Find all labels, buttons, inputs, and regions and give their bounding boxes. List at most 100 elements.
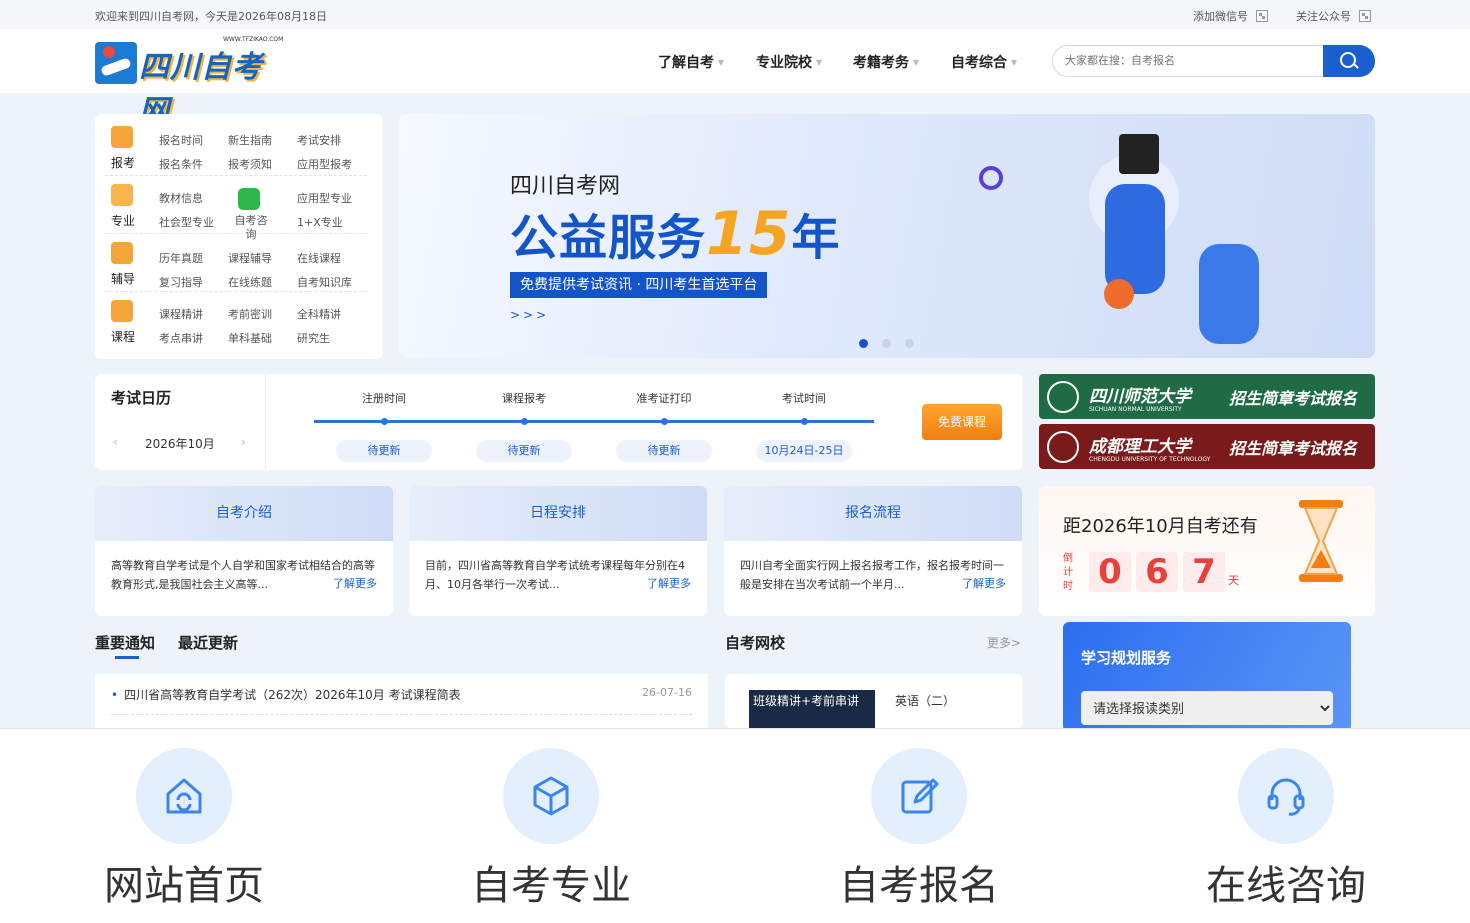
learn-more-link[interactable]: 了解更多	[962, 575, 1006, 591]
course-icon	[111, 300, 133, 322]
menu-link[interactable]: 应用型专业	[297, 190, 352, 206]
menu-row-label: 辅导	[111, 272, 136, 286]
card-title[interactable]: 自考介绍	[95, 486, 393, 541]
student-body	[1199, 244, 1259, 344]
bottom-nav-register[interactable]: 自考报名	[819, 729, 1019, 923]
nav-item-learn[interactable]: 了解自考 ▼	[658, 52, 724, 72]
menu-link[interactable]: 在线课程	[297, 250, 341, 266]
university-en-name: CHENGDU UNIVERSITY OF TECHNOLOGY	[1089, 456, 1211, 463]
bottom-nav-label: 网站首页	[104, 863, 264, 909]
online-school-title: 自考网校	[725, 634, 786, 652]
university-seal-icon	[1047, 431, 1079, 463]
tab-recent[interactable]: 最近更新	[178, 632, 238, 653]
timeline-dot	[661, 418, 668, 425]
exam-countdown: 距2026年10月自考还有 倒计时 0 6 7 天	[1039, 486, 1375, 616]
menu-link[interactable]: 考前密训	[228, 306, 272, 322]
menu-link[interactable]: 教材信息	[159, 190, 203, 206]
carousel-dot[interactable]	[905, 339, 914, 348]
nav-item-general[interactable]: 自考综合 ▼	[951, 52, 1017, 72]
search-input[interactable]	[1065, 52, 1315, 70]
bottom-nav-home[interactable]: 网站首页	[84, 729, 284, 923]
banner-subtitle: 四川自考网	[510, 174, 621, 199]
menu-link[interactable]: 社会型专业	[159, 214, 214, 230]
wechat-link-label: 添加微信号	[1193, 10, 1248, 23]
menu-link[interactable]: 课程辅导	[228, 250, 272, 266]
prev-month-icon[interactable]: ‹	[113, 435, 118, 449]
headset-icon	[1238, 748, 1334, 844]
menu-link[interactable]: 研究生	[297, 330, 330, 346]
menu-link[interactable]: 新生指南	[228, 132, 272, 148]
qr-code-icon	[1359, 10, 1371, 22]
logo-mark-icon	[95, 42, 137, 84]
wechat-link[interactable]: 添加微信号	[1193, 8, 1268, 24]
menu-row-label: 课程	[111, 330, 136, 344]
card-title[interactable]: 报名流程	[724, 486, 1022, 541]
step-value: 待更新	[336, 440, 432, 462]
tab-important[interactable]: 重要通知	[95, 632, 155, 653]
menu-link[interactable]: 报名条件	[159, 156, 203, 172]
carousel-dots	[859, 339, 914, 348]
countdown-unit: 天	[1228, 574, 1239, 587]
carousel-dot[interactable]	[859, 339, 868, 348]
bottom-nav: 网站首页 自考专业 自考报名 在线咨询	[0, 728, 1470, 923]
hourglass-icon	[1299, 500, 1343, 582]
step-label: 准考证打印	[636, 392, 692, 405]
news-item-title[interactable]: 四川省高等教育自学考试（262次）2026年10月 考试课程简表	[111, 686, 461, 703]
step-label: 注册时间	[362, 392, 406, 405]
bottom-nav-consult[interactable]: 在线咨询	[1186, 729, 1386, 923]
official-account-label: 关注公众号	[1296, 10, 1351, 23]
menu-link[interactable]: 复习指导	[159, 274, 203, 290]
carousel-dot[interactable]	[882, 339, 891, 348]
free-course-button[interactable]: 免费课程	[922, 404, 1002, 440]
active-tab-indicator	[115, 656, 139, 659]
menu-link[interactable]: 报考须知	[228, 156, 272, 172]
menu-link[interactable]: 单科基础	[228, 330, 272, 346]
university-en-name: SICHUAN NORMAL UNIVERSITY	[1089, 406, 1182, 413]
step-label: 考试时间	[782, 392, 826, 405]
nav-item-exam-affairs[interactable]: 考籍考务 ▼	[853, 52, 919, 72]
menu-link[interactable]: 在线练题	[228, 274, 272, 290]
hero-banner[interactable]: 四川自考网 公益服务15年 免费提供考试资讯 · 四川考生首选平台 >>>	[399, 114, 1375, 358]
register-icon	[111, 126, 133, 148]
learn-more-link[interactable]: 了解更多	[647, 575, 691, 591]
study-category-select[interactable]: 请选择报读类别	[1081, 691, 1333, 725]
site-logo[interactable]: 四川自考网 WWW.TFZIKAO.COM	[95, 36, 290, 129]
menu-link[interactable]: 全科精讲	[297, 306, 341, 322]
card-intro: 自考介绍 高等教育自学考试是个人自学和国家考试相结合的高等教育形式,是我国社会主…	[95, 486, 393, 616]
menu-link[interactable]: 应用型报考	[297, 156, 352, 172]
menu-link[interactable]: 考试安排	[297, 132, 341, 148]
next-month-icon[interactable]: ›	[241, 435, 246, 449]
countdown-digit: 0	[1089, 552, 1131, 592]
timeline-line	[314, 420, 874, 423]
course-item[interactable]: 班级精讲+考前串讲 英语（二）	[725, 674, 1023, 728]
menu-link[interactable]: 课程精讲	[159, 306, 203, 322]
card-process: 报名流程 四川自考全面实行网上报名报考工作，报名报考时间一般是安排在当次考试前一…	[724, 486, 1022, 616]
news-item-date: 26-07-16	[642, 686, 692, 699]
search-button[interactable]	[1323, 45, 1375, 77]
quick-menu: 报考 报名时间 新生指南 考试安排 报名条件 报考须知 应用型报考 专业 教材信…	[95, 114, 383, 359]
university-name: 成都理工大学	[1089, 437, 1191, 457]
countdown-digit: 6	[1136, 552, 1178, 592]
nav-item-majors[interactable]: 专业院校 ▼	[756, 52, 822, 72]
bottom-nav-majors[interactable]: 自考专业	[451, 729, 651, 923]
chevron-down-icon: ▼	[816, 57, 823, 67]
menu-row-major: 专业 教材信息 自考咨询 应用型专业 社会型专业 1+X专业	[105, 178, 367, 241]
cube-icon	[503, 748, 599, 844]
card-title[interactable]: 日程安排	[409, 486, 707, 541]
online-school-more-link[interactable]: 更多>	[987, 634, 1021, 651]
learn-more-link[interactable]: 了解更多	[333, 575, 377, 591]
menu-link[interactable]: 自考知识库	[297, 274, 352, 290]
university-ad-sicnu[interactable]: 四川师范大学 SICHUAN NORMAL UNIVERSITY 招生简章考试报…	[1039, 374, 1375, 419]
official-account-link[interactable]: 关注公众号	[1296, 8, 1371, 24]
menu-row-tutoring: 辅导 历年真题 课程辅导 在线课程 复习指导 在线练题 自考知识库	[105, 236, 367, 292]
home-icon	[136, 748, 232, 844]
edit-icon	[871, 748, 967, 844]
study-plan-title: 学习规划服务	[1081, 649, 1172, 667]
menu-link[interactable]: 报名时间	[159, 132, 203, 148]
menu-link[interactable]: 考点串讲	[159, 330, 203, 346]
university-ad-cdut[interactable]: 成都理工大学 CHENGDU UNIVERSITY OF TECHNOLOGY …	[1039, 424, 1375, 469]
menu-link[interactable]: 历年真题	[159, 250, 203, 266]
tutoring-icon	[111, 242, 133, 264]
countdown-digit: 7	[1183, 552, 1225, 592]
menu-link[interactable]: 1+X专业	[297, 214, 343, 230]
